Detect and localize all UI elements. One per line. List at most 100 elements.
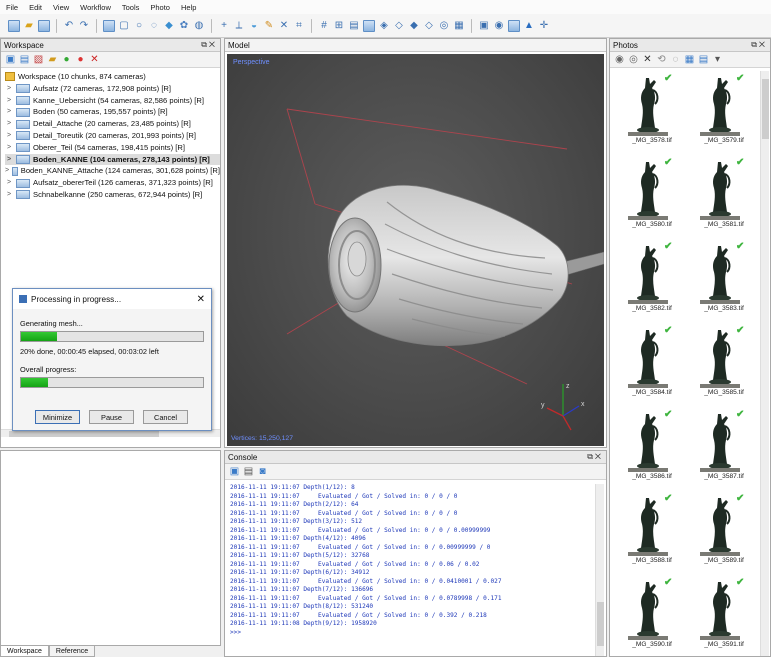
expand-chevron-icon[interactable]: > <box>5 83 13 95</box>
photo-thumbnail[interactable]: ✔ _MG_3586.tif <box>616 407 688 491</box>
menu-tools[interactable]: Tools <box>122 3 140 12</box>
shaded-icon[interactable]: ◇ <box>393 20 405 32</box>
textured-icon[interactable]: ◎ <box>438 20 450 32</box>
scrollbar-thumb[interactable] <box>597 602 604 646</box>
region-grid-icon[interactable]: ⊞ <box>333 20 345 32</box>
expand-chevron-icon[interactable]: > <box>5 95 13 107</box>
navigation-tool-icon[interactable] <box>103 19 115 32</box>
photo-thumbnail[interactable]: ✔ _MG_3578.tif <box>616 71 688 155</box>
photo-thumbnail[interactable]: ✔ _MG_3591.tif <box>688 575 760 657</box>
photo-thumbnail[interactable]: ✔ _MG_3585.tif <box>688 323 760 407</box>
model-title[interactable]: Model <box>228 41 250 50</box>
workspace-root[interactable]: Workspace (10 chunks, 874 cameras) <box>5 71 220 83</box>
chunk-row[interactable]: > Detail_Attache (20 cameras, 23,485 poin… <box>5 118 220 130</box>
panel-controls[interactable]: ⧉✕ <box>751 40 767 50</box>
reset-view-icon[interactable]: ✛ <box>538 20 550 32</box>
photo-thumbnail[interactable]: ✔ _MG_3583.tif <box>688 239 760 323</box>
details-icon[interactable]: ▤ <box>698 54 709 65</box>
brush-icon[interactable]: ✎ <box>263 20 275 32</box>
scale-object-icon[interactable]: ◍ <box>193 20 205 32</box>
menu-photo[interactable]: Photo <box>150 3 170 12</box>
zoom-in-icon[interactable]: + <box>218 20 230 32</box>
cancel-button[interactable]: Cancel <box>143 410 188 424</box>
photo-thumbnail[interactable]: ✔ _MG_3590.tif <box>616 575 688 657</box>
open-folder-icon[interactable]: ▰ <box>23 20 35 32</box>
delete-selection-icon[interactable]: ✕ <box>278 20 290 32</box>
expand-chevron-icon[interactable]: > <box>5 106 13 118</box>
expand-chevron-icon[interactable]: > <box>5 142 13 154</box>
disable-icon[interactable]: ● <box>75 54 86 65</box>
tab-workspace[interactable]: Workspace <box>0 646 49 657</box>
chunk-row[interactable]: > Boden_KANNE_Attache (124 cameras, 301,6… <box>5 165 220 177</box>
chunk-row[interactable]: > Boden_KANNE (104 cameras, 278,143 point… <box>5 153 220 166</box>
chunk-row[interactable]: > Aufsatz (72 cameras, 172,908 points) [R… <box>5 83 220 95</box>
scrollbar-thumb[interactable] <box>762 79 769 139</box>
move-object-icon[interactable]: ◆ <box>163 20 175 32</box>
minimize-button[interactable]: Minimize <box>35 410 80 424</box>
crop-selection-icon[interactable]: ⌗ <box>293 20 305 32</box>
photo-thumbnail[interactable]: ✔ _MG_3584.tif <box>616 323 688 407</box>
photos-scrollbar[interactable] <box>760 71 769 656</box>
solid-icon[interactable]: ◆ <box>408 20 420 32</box>
undo-icon[interactable]: ↶ <box>63 20 75 32</box>
scrollbar-thumb[interactable] <box>9 431 159 437</box>
free-form-select-icon[interactable]: ◌ <box>148 20 160 32</box>
menu-file[interactable]: File <box>6 3 18 12</box>
chunk-row[interactable]: > Schnabelkanne (250 cameras, 672,944 poi… <box>5 189 220 201</box>
rotate-photo-icon[interactable]: ⟲ <box>656 54 667 65</box>
clear-log-icon[interactable]: ▤ <box>243 466 254 477</box>
enable-camera-icon[interactable]: ◉ <box>614 54 625 65</box>
menu-edit[interactable]: Edit <box>29 3 42 12</box>
menu-view[interactable]: View <box>53 3 69 12</box>
menu-help[interactable]: Help <box>181 3 196 12</box>
photo-thumbnail[interactable]: ✔ _MG_3588.tif <box>616 491 688 575</box>
expand-chevron-icon[interactable]: > <box>5 154 13 166</box>
expand-chevron-icon[interactable]: > <box>5 177 13 189</box>
photo-thumbnail[interactable]: ✔ _MG_3582.tif <box>616 239 688 323</box>
show-shapes-icon[interactable]: ▲ <box>523 20 535 32</box>
run-script-icon[interactable]: ◙ <box>257 466 268 477</box>
rotate-object-icon[interactable]: ✿ <box>178 20 190 32</box>
point-cloud-icon[interactable] <box>363 19 375 32</box>
rectangle-select-icon[interactable]: ▢ <box>118 20 130 32</box>
ruler-icon[interactable]: ⟂ <box>233 20 245 32</box>
tab-reference[interactable]: Reference <box>48 646 96 657</box>
redo-icon[interactable]: ↷ <box>78 20 90 32</box>
console-scrollbar[interactable] <box>595 484 604 656</box>
dropdown-chevron-icon[interactable]: ▾ <box>712 54 723 65</box>
wireframe-icon[interactable]: ◇ <box>423 20 435 32</box>
add-folder-icon[interactable]: ▰ <box>47 54 58 65</box>
photo-thumbnail[interactable]: ✔ _MG_3589.tif <box>688 491 760 575</box>
expand-chevron-icon[interactable]: > <box>5 130 13 142</box>
chunk-row[interactable]: > Detail_Toreutik (20 cameras, 201,993 po… <box>5 130 220 142</box>
reset-filter-icon[interactable]: ◌ <box>670 54 681 65</box>
tiled-model-icon[interactable]: ▦ <box>453 20 465 32</box>
show-cameras-icon[interactable]: ▣ <box>478 20 490 32</box>
add-photos-icon[interactable]: ▤ <box>19 54 30 65</box>
expand-chevron-icon[interactable]: > <box>5 189 13 201</box>
add-markers-icon[interactable]: ▧ <box>33 54 44 65</box>
expand-chevron-icon[interactable]: > <box>5 165 9 177</box>
crop-icon[interactable]: ◒ <box>248 20 260 32</box>
new-project-icon[interactable] <box>8 19 20 32</box>
circle-select-icon[interactable]: ○ <box>133 20 145 32</box>
chunk-row[interactable]: > Oberer_Teil (54 cameras, 198,415 points… <box>5 142 220 154</box>
chunk-row[interactable]: > Boden (50 cameras, 195,557 points) [R] <box>5 106 220 118</box>
pause-button[interactable]: Pause <box>89 410 134 424</box>
enable-icon[interactable]: ● <box>61 54 72 65</box>
add-chunk-icon[interactable]: ▣ <box>5 54 16 65</box>
menu-workflow[interactable]: Workflow <box>80 3 111 12</box>
close-icon[interactable]: ✕ <box>197 294 205 305</box>
photo-thumbnail[interactable]: ✔ _MG_3587.tif <box>688 407 760 491</box>
expand-chevron-icon[interactable]: > <box>5 118 13 130</box>
remove-icon[interactable]: ✕ <box>89 54 100 65</box>
panel-controls[interactable]: ⧉✕ <box>587 452 603 462</box>
photo-thumbnail[interactable]: ✔ _MG_3579.tif <box>688 71 760 155</box>
dense-cloud-icon[interactable]: ◈ <box>378 20 390 32</box>
view-mode-icon[interactable]: ▦ <box>684 54 695 65</box>
view-mode-icon[interactable]: ▤ <box>348 20 360 32</box>
panel-controls[interactable]: ⧉✕ <box>201 40 217 50</box>
console-log[interactable]: 2016-11-11 19:11:07 Depth(1/12): 8 2016-1… <box>228 484 594 656</box>
photo-thumbnail[interactable]: ✔ _MG_3581.tif <box>688 155 760 239</box>
model-viewport[interactable]: Perspective z y x Vertices: 15,250,127 <box>227 54 604 446</box>
